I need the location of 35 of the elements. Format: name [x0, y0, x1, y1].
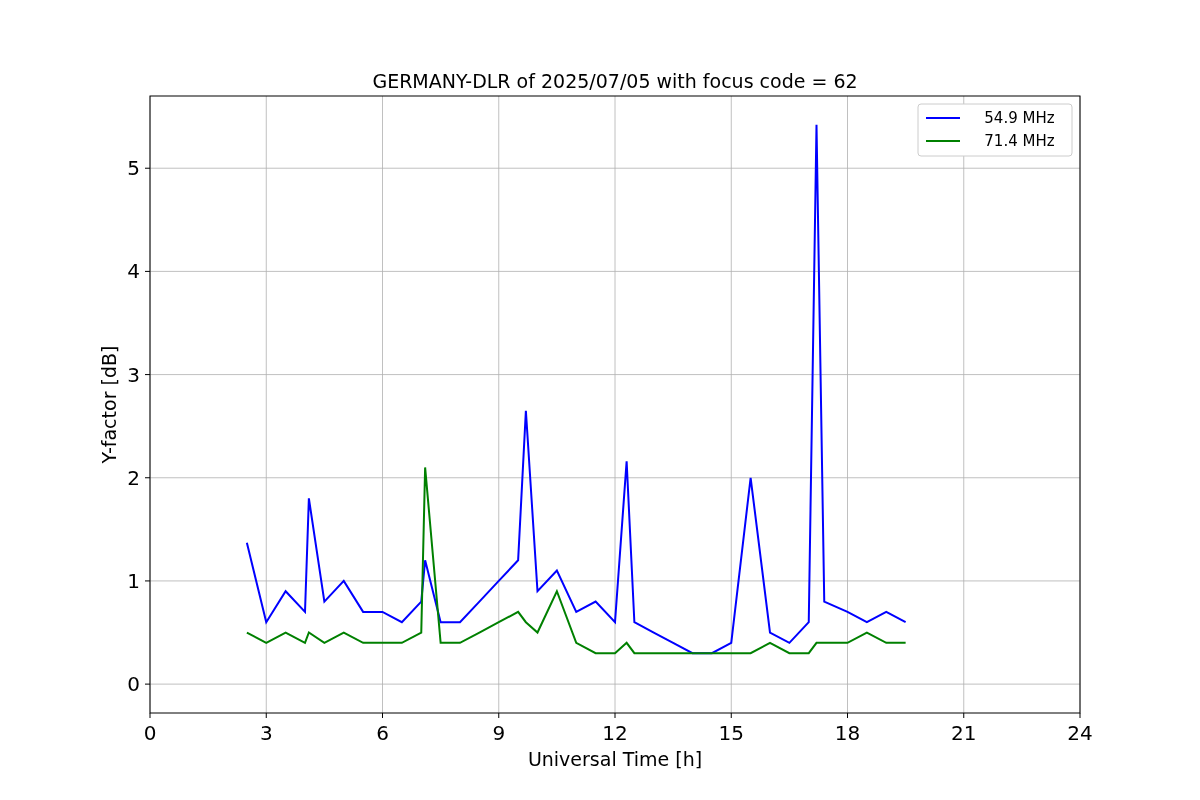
tick-mark — [963, 712, 965, 719]
tick-mark — [144, 580, 151, 582]
legend-label: 71.4 MHz — [984, 132, 1055, 150]
chart-title: GERMANY-DLR of 2025/07/05 with focus code = 62 — [372, 70, 858, 92]
y-tick-label: 0 — [127, 672, 140, 697]
tick-mark — [265, 712, 267, 719]
x-tick-label: 24 — [1067, 721, 1093, 745]
y-tick-label: 5 — [127, 156, 140, 181]
x-tick-label: 3 — [259, 721, 273, 745]
tick-mark — [730, 712, 732, 719]
tick-mark — [498, 712, 500, 719]
x-tick-label: 9 — [492, 721, 506, 745]
y-tick-label: 4 — [127, 259, 140, 284]
tick-mark — [614, 712, 616, 719]
x-tick-label: 6 — [376, 721, 389, 745]
y-tick-label: 2 — [127, 465, 140, 490]
x-axis-label: Universal Time [h] — [527, 748, 703, 770]
tick-mark — [144, 374, 151, 376]
tick-mark — [144, 683, 151, 685]
y-axis-label: Y-factor [dB] — [98, 345, 120, 464]
y-tick-label: 3 — [127, 362, 140, 387]
x-tick-label: 15 — [718, 721, 744, 745]
tick-mark — [382, 712, 383, 719]
tick-mark — [144, 477, 151, 479]
x-tick-label: 12 — [602, 721, 628, 745]
legend-label: 54.9 MHz — [984, 109, 1055, 127]
x-tick-label: 21 — [951, 721, 977, 745]
tick-mark — [1079, 712, 1081, 719]
tick-mark — [144, 270, 151, 272]
tick-mark — [847, 712, 848, 719]
y-tick-label: 1 — [127, 568, 140, 593]
x-tick-label: 18 — [834, 721, 861, 745]
tick-mark — [149, 712, 151, 719]
x-tick-label: 0 — [143, 721, 157, 745]
tick-mark — [144, 167, 151, 169]
